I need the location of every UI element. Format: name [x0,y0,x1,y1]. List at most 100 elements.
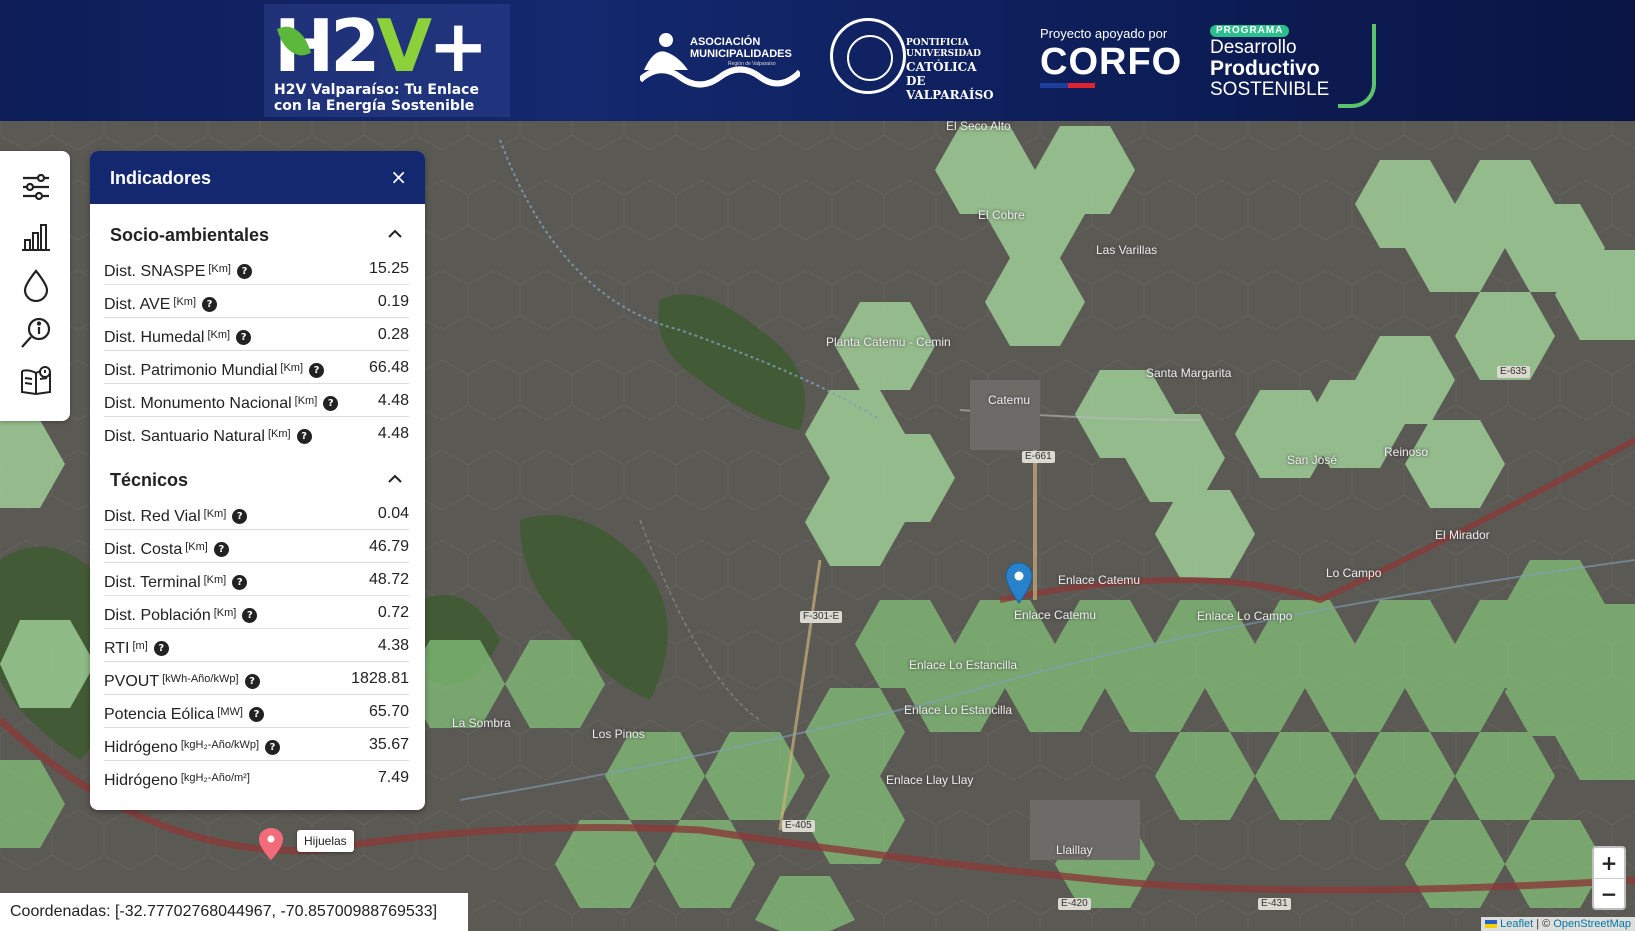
help-icon[interactable]: ? [323,396,339,411]
indicator-unit: [Km] [294,395,318,407]
sliders-icon [23,173,49,201]
coordinates-readout: Coordenadas: [-32.77702768044967, -70.85… [0,893,468,931]
indicator-unit: [kgH₂-Año/m²] [180,772,250,784]
indicator-value: 4.38 [377,637,409,654]
indicator-value: 4.48 [377,425,409,442]
road-label: E-635 [1497,366,1530,378]
indicator-label: Dist. Terminal [104,574,201,591]
filters-button[interactable] [18,169,54,205]
help-icon[interactable]: ? [265,740,281,755]
brand-tagline-line1: H2V Valparaíso: Tu Enlace [274,82,479,98]
place-label: Los Pinos [592,727,645,741]
help-icon[interactable]: ? [232,509,248,524]
help-icon[interactable]: ? [153,641,169,656]
indicator-label-group: Hidrógeno [kgH₂-Año/kWp]? [104,736,281,757]
zoom-out-button[interactable]: − [1594,878,1624,909]
indicator-label: Potencia Eólica [104,706,215,723]
zoom-in-button[interactable]: + [1594,848,1624,878]
help-icon[interactable]: ? [244,674,260,689]
book-icon [21,366,51,396]
place-label: San José [1287,453,1338,467]
corfo-name: CORFO [1040,41,1183,83]
indicator-unit: [kWh-Año/kWp] [162,673,239,685]
place-label: Enlace Lo Estancilla [904,703,1013,717]
place-label: Lo Campo [1326,566,1382,580]
indicator-unit: [kgH₂-Año/kWp] [180,739,260,751]
indicator-label-group: Potencia Eólica [MW]? [104,703,264,724]
indicator-list: Dist. Red Vial [Km]? 0.04 Dist. Costa [Km]? 4… [90,497,425,793]
indicator-value: 65.70 [368,703,409,720]
inspect-button[interactable] [18,315,54,351]
indicator-label-group: Dist. Santuario Natural [Km]? [104,425,312,446]
indicator-value: 1828.81 [351,670,409,687]
leaflet-link[interactable]: Leaflet [1500,918,1533,930]
place-label: Enlace Catemu [1058,573,1141,587]
sprout-icon [1338,24,1376,108]
brand-tagline: H2V Valparaíso: Tu Enlace con la Energía… [274,82,504,114]
osm-link[interactable]: OpenStreetMap [1553,918,1631,930]
app-header: H2V+ H2V Valparaíso: Tu Enlace con la En… [0,0,1635,121]
indicator-sections: Socio-ambientales Dist. SNASPE [Km]? 15.25 D… [90,218,425,793]
road-label: E-661 [1022,451,1055,463]
corfo-flag-bar [1040,83,1095,88]
desarrollo-productivo-logo: PROGRAMA Desarrollo Productivo SOSTENIBL… [1210,18,1376,108]
muni-wave-icon [640,66,800,88]
pucv-logo: PONTIFICIA UNIVERSIDAD CATÓLICA DE VALPA… [830,18,1000,102]
help-icon[interactable]: ? [236,330,252,345]
close-icon[interactable]: × [390,166,407,188]
section-title: Socio-ambientales [110,225,270,245]
indicator-row: Dist. Santuario Natural [Km]? 4.48 [104,417,409,449]
indicator-label: Dist. Patrimonio Mundial [104,362,278,379]
section-header[interactable]: Socio-ambientales [90,218,425,252]
indicator-label-group: Dist. SNASPE [Km]? [104,260,252,281]
indicator-unit: [m] [132,640,148,652]
indicator-label-group: Dist. Costa [Km]? [104,538,229,559]
search-info-icon [21,317,51,348]
selected-location-marker-icon[interactable] [1005,562,1033,604]
indicator-label-group: Dist. Humedal [Km]? [104,326,252,347]
help-icon[interactable]: ? [248,707,264,722]
muni-title-line1: ASOCIACIÓN [690,36,761,48]
help-icon[interactable]: ? [232,575,248,590]
help-icon[interactable]: ? [213,542,229,557]
help-icon[interactable]: ? [309,363,325,378]
h2v-brand-logo[interactable]: H2V+ H2V Valparaíso: Tu Enlace con la En… [264,4,510,117]
indicator-label-group: Dist. Monumento Nacional [Km]? [104,392,339,413]
road-label: E-420 [1058,898,1091,910]
indicators-panel: Indicadores × Socio-ambientales Dist. SNA… [90,151,425,810]
hijuelas-marker-icon[interactable] [258,827,284,861]
indicator-label-group: Hidrógeno [kgH₂-Año/m²] [104,769,250,790]
pucv-name: PONTIFICIA UNIVERSIDAD CATÓLICA DE VALPA… [906,38,1000,102]
indicator-value: 48.72 [368,571,409,588]
brand-tagline-line2: con la Energía Sostenible [274,98,475,114]
water-drop-icon [23,269,49,302]
help-icon[interactable]: ? [242,608,258,623]
statistics-button[interactable] [18,218,54,254]
indicator-label: Dist. SNASPE [104,263,206,280]
indicator-label: Dist. AVE [104,296,171,313]
help-icon[interactable]: ? [236,264,252,279]
place-label: Llaillay [1056,843,1093,857]
road-label: F-301-E [800,611,843,623]
prog-line3: SOSTENIBLE [1210,79,1330,100]
place-label: El Mirador [1435,528,1490,542]
indicator-row: Hidrógeno [kgH₂-Año/kWp]? 35.67 [104,728,409,761]
indicator-unit: [Km] [173,296,197,308]
chevron-up-icon[interactable] [385,224,405,244]
water-layer-button[interactable] [18,267,54,303]
section-header[interactable]: Técnicos [90,463,425,497]
help-icon[interactable]: ? [202,297,218,312]
indicator-label-group: Dist. Red Vial [Km]? [104,505,248,526]
hijuelas-tooltip: Hijuelas [297,830,354,852]
indicator-unit: [Km] [207,329,231,341]
chevron-up-icon[interactable] [385,469,405,489]
help-icon[interactable]: ? [296,429,312,444]
indicator-label: PVOUT [104,673,160,690]
place-label: Santa Margarita [1146,366,1232,380]
place-label: Las Varillas [1096,243,1158,257]
indicator-unit: [Km] [203,574,227,586]
indicator-value: 66.48 [368,359,409,376]
guide-button[interactable] [18,363,54,399]
indicator-label: Hidrógeno [104,772,178,789]
indicator-unit: [Km] [203,508,227,520]
